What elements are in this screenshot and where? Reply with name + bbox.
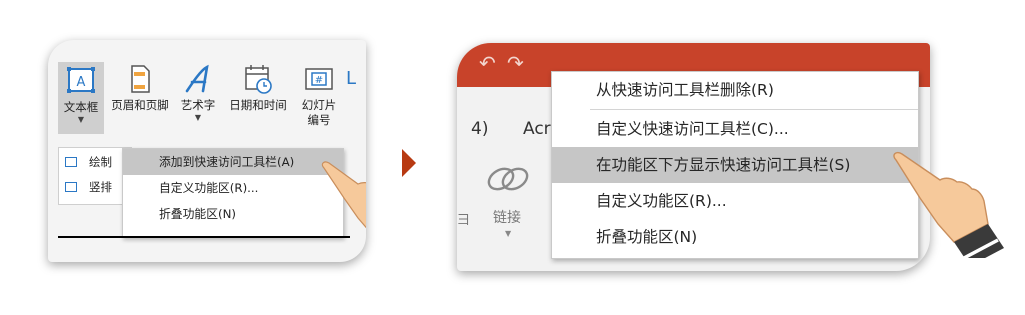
ribbon-label-link[interactable]: 链接: [493, 207, 521, 227]
menu-item-label: 折叠功能区(N): [596, 228, 698, 246]
menu-item-customize-ribbon[interactable]: 自定义功能区(R)...: [552, 183, 918, 219]
ribbon-label-wordart: 艺术字: [180, 98, 216, 112]
ribbon-partial-icon: L: [346, 68, 357, 89]
ribbon-label-slide-number-2: 编号: [307, 113, 331, 127]
slide-number-icon-glyph: #: [315, 75, 323, 86]
menu-item-customize-qat[interactable]: 自定义快速访问工具栏(C)...: [552, 111, 918, 147]
arrow-right-icon: [402, 149, 416, 177]
chevron-down-icon[interactable]: ▼: [58, 115, 104, 125]
ribbon-label-header-footer: 页眉和页脚: [111, 98, 169, 112]
ribbon-button-datetime[interactable]: 日期和时间: [224, 64, 292, 113]
submenu-item-vertical-label: 竖排: [89, 180, 112, 194]
menu-item-customize-ribbon[interactable]: 自定义功能区(R)...: [123, 175, 343, 201]
ribbon-screenshot-left: A 文本框 ▼ 页眉和页脚 艺术字 ▼ 日期和时间 # 幻灯片 编号 L 绘制 …: [48, 40, 366, 262]
menu-item-label: 自定义功能区(R)...: [596, 192, 727, 210]
ribbon-partial-text-num: 4): [471, 119, 489, 139]
ribbon-label-datetime: 日期和时间: [229, 98, 287, 112]
pointing-hand-icon: [321, 161, 366, 229]
ribbon-partial-text-acr: Acr: [523, 119, 551, 139]
ribbon-button-header-footer[interactable]: 页眉和页脚: [108, 64, 172, 113]
menu-item-label: 在功能区下方显示快速访问工具栏(S): [596, 156, 851, 174]
menu-item-label: 添加到快速访问工具栏(A): [159, 155, 295, 169]
submenu-item-draw-label: 绘制: [89, 155, 112, 169]
slide-number-icon: #: [304, 64, 334, 94]
undo-icon[interactable]: ↶: [479, 51, 496, 75]
ribbon-button-slide-number[interactable]: # 幻灯片 编号: [296, 64, 342, 128]
textbox-icon: A: [66, 66, 96, 96]
menu-item-collapse-ribbon[interactable]: 折叠功能区(N): [123, 201, 343, 227]
menu-separator: [590, 109, 918, 110]
wordart-icon: [183, 64, 213, 94]
horizontal-textbox-icon: [65, 157, 77, 167]
submenu-item-draw[interactable]: 绘制: [59, 151, 131, 173]
menu-item-collapse-ribbon[interactable]: 折叠功能区(N): [552, 219, 918, 255]
submenu-item-vertical[interactable]: 竖排: [59, 176, 131, 198]
ribbon-screenshot-right: ↶ ↷ 4) Acr 彐 链接 ▼ 从快速访问工具栏删除(R) 自定义快速访问工…: [457, 43, 930, 271]
divider: [58, 236, 350, 238]
ribbon-label-textbox: 文本框: [63, 100, 99, 114]
pointing-hand-icon: [893, 151, 1004, 258]
context-menu-right: 从快速访问工具栏删除(R) 自定义快速访问工具栏(C)... 在功能区下方显示快…: [551, 71, 919, 259]
ribbon-partial-side: 彐: [457, 213, 471, 228]
menu-item-label: 折叠功能区(N): [159, 207, 237, 221]
context-menu-left: 添加到快速访问工具栏(A) 自定义功能区(R)... 折叠功能区(N): [122, 148, 344, 238]
chevron-down-icon[interactable]: ▼: [176, 113, 220, 123]
svg-text:A: A: [77, 75, 86, 90]
link-icon[interactable]: [485, 159, 531, 199]
menu-item-remove-from-qat[interactable]: 从快速访问工具栏删除(R): [552, 72, 918, 108]
vertical-textbox-icon: [65, 182, 77, 192]
textbox-submenu: 绘制 竖排: [58, 147, 132, 205]
ribbon-label-slide-number-1: 幻灯片: [301, 98, 337, 112]
calendar-clock-icon: [243, 64, 273, 94]
menu-item-label: 自定义功能区(R)...: [159, 181, 259, 195]
menu-item-show-qat-below[interactable]: 在功能区下方显示快速访问工具栏(S): [552, 147, 918, 183]
ribbon-button-textbox[interactable]: A 文本框 ▼: [58, 62, 104, 134]
header-footer-icon: [125, 64, 155, 94]
menu-item-label: 从快速访问工具栏删除(R): [596, 81, 774, 99]
menu-item-label: 自定义快速访问工具栏(C)...: [596, 120, 789, 138]
menu-item-add-to-qat[interactable]: 添加到快速访问工具栏(A): [123, 149, 343, 175]
chevron-down-icon[interactable]: ▼: [505, 229, 511, 238]
ribbon-button-wordart[interactable]: 艺术字 ▼: [176, 64, 220, 123]
redo-icon[interactable]: ↷: [507, 51, 524, 75]
